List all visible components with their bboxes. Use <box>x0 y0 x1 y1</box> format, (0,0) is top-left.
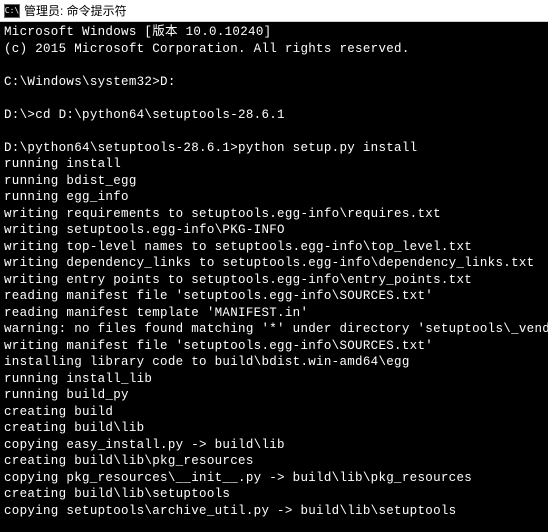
terminal-line: creating build <box>4 404 544 421</box>
terminal-line: warning: no files found matching '*' und… <box>4 321 544 338</box>
terminal-output[interactable]: Microsoft Windows [版本 10.0.10240](c) 201… <box>0 22 548 532</box>
terminal-line: running build_py <box>4 387 544 404</box>
terminal-line: copying easy_install.py -> build\lib <box>4 437 544 454</box>
terminal-line: writing dependency_links to setuptools.e… <box>4 255 544 272</box>
window-titlebar: C:\ 管理员: 命令提示符 <box>0 0 548 22</box>
terminal-line: reading manifest template 'MANIFEST.in' <box>4 305 544 322</box>
terminal-line: creating build\lib\pkg_resources <box>4 453 544 470</box>
terminal-line: writing entry points to setuptools.egg-i… <box>4 272 544 289</box>
terminal-line <box>4 57 544 74</box>
terminal-line: writing requirements to setuptools.egg-i… <box>4 206 544 223</box>
cmd-icon: C:\ <box>4 4 20 18</box>
terminal-line: writing top-level names to setuptools.eg… <box>4 239 544 256</box>
window-title: 管理员: 命令提示符 <box>24 2 127 19</box>
terminal-line: writing manifest file 'setuptools.egg-in… <box>4 338 544 355</box>
terminal-line: C:\Windows\system32>D: <box>4 74 544 91</box>
terminal-line: copying pkg_resources\__init__.py -> bui… <box>4 470 544 487</box>
terminal-line: reading manifest file 'setuptools.egg-in… <box>4 288 544 305</box>
terminal-line: running install <box>4 156 544 173</box>
terminal-line: D:\>cd D:\python64\setuptools-28.6.1 <box>4 107 544 124</box>
terminal-line: running egg_info <box>4 189 544 206</box>
terminal-line: writing setuptools.egg-info\PKG-INFO <box>4 222 544 239</box>
terminal-line: installing library code to build\bdist.w… <box>4 354 544 371</box>
terminal-line: copying setuptools\archive_util.py -> bu… <box>4 503 544 520</box>
terminal-line: Microsoft Windows [版本 10.0.10240] <box>4 24 544 41</box>
terminal-line: creating build\lib <box>4 420 544 437</box>
terminal-line: running install_lib <box>4 371 544 388</box>
terminal-line <box>4 90 544 107</box>
terminal-line: (c) 2015 Microsoft Corporation. All righ… <box>4 41 544 58</box>
terminal-line <box>4 123 544 140</box>
terminal-line: creating build\lib\setuptools <box>4 486 544 503</box>
terminal-line: running bdist_egg <box>4 173 544 190</box>
terminal-line: D:\python64\setuptools-28.6.1>python set… <box>4 140 544 157</box>
